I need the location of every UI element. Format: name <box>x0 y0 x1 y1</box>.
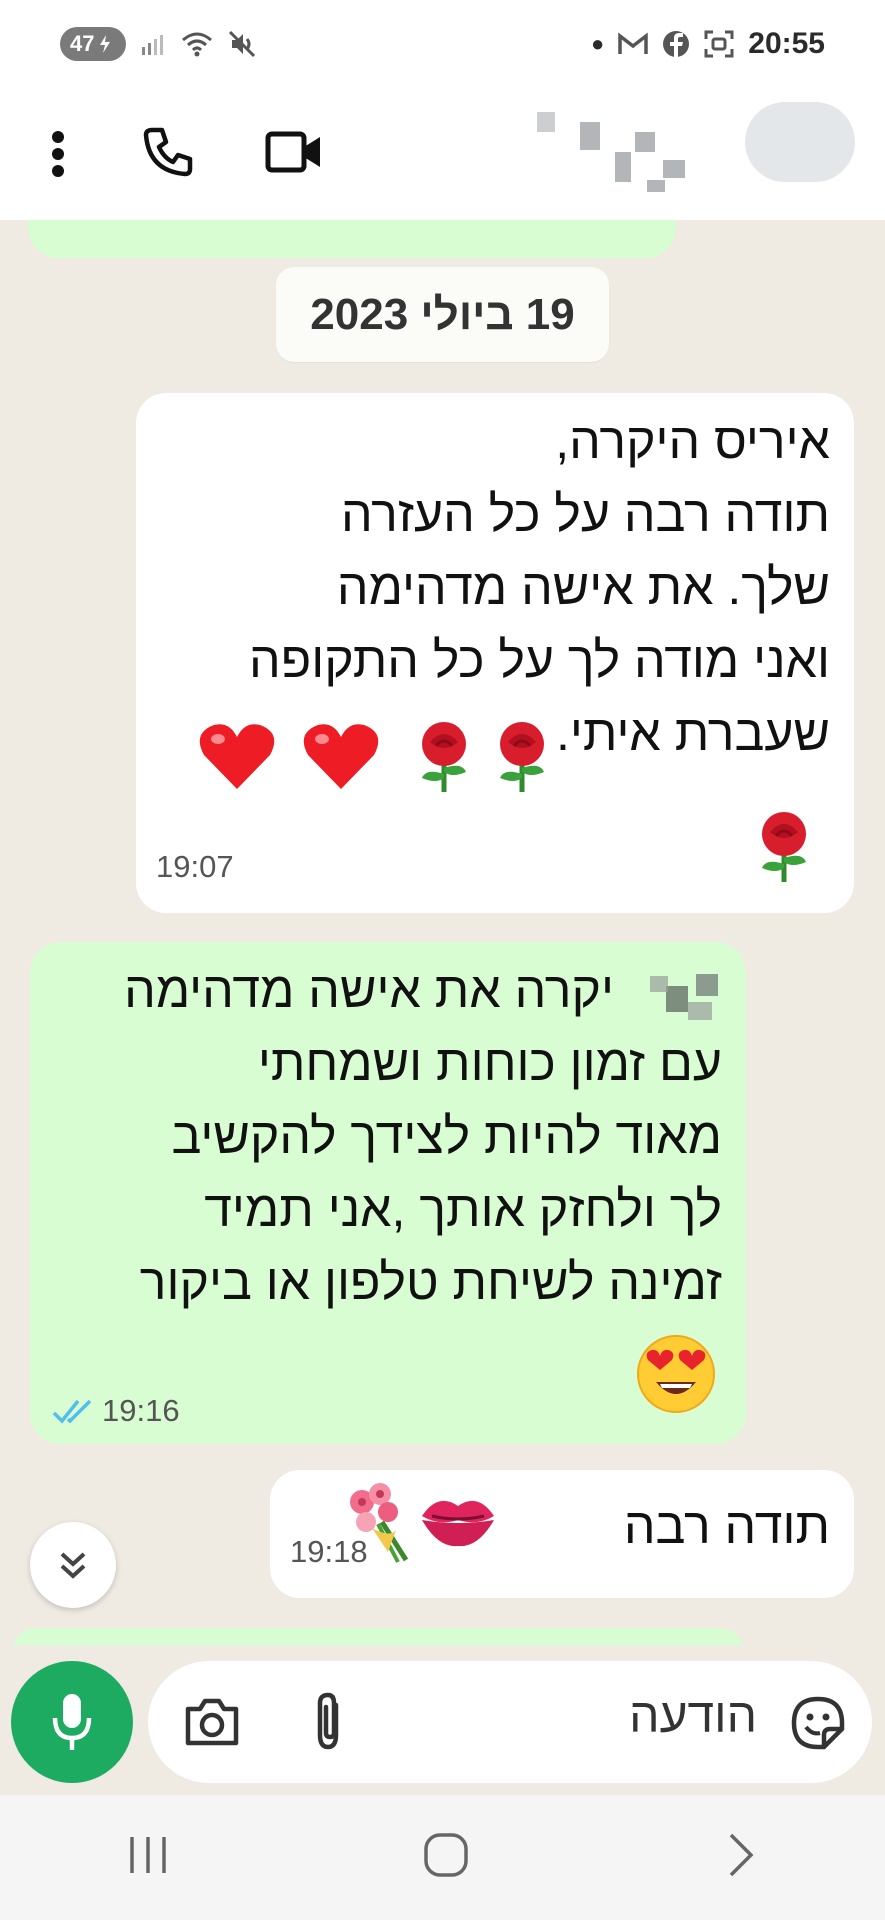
contact-name-redacted[interactable] <box>505 104 715 194</box>
sticker-smiley-icon <box>791 1696 845 1750</box>
read-receipt-icon <box>52 1399 92 1424</box>
voice-call-button[interactable] <box>136 120 200 184</box>
status-right: ● 20:55 <box>591 27 825 61</box>
charging-icon <box>100 35 111 53</box>
camera-icon <box>185 1698 239 1746</box>
heart-emoji-icon <box>198 721 276 811</box>
message-text: תודה רבה <box>623 1498 830 1554</box>
home-icon <box>424 1833 469 1877</box>
clock: 20:55 <box>748 27 825 60</box>
voice-message-button[interactable] <box>11 1661 133 1783</box>
facebook-icon <box>662 30 690 58</box>
wifi-icon <box>180 31 214 57</box>
signal-icon <box>140 31 166 57</box>
message-time: 19:16 <box>102 1393 180 1428</box>
more-vert-icon <box>52 131 64 177</box>
status-bar: 47 ● 20:55 <box>0 0 885 88</box>
chat-area: 19 ביולי 2023 איריס היקרה, תודה רבה על כ… <box>0 220 885 1645</box>
message-text: יקרה את אישה מדהימה עם זמון כוחות ושמחתי… <box>124 962 722 1310</box>
message-input[interactable]: הודעה <box>148 1661 872 1783</box>
notification-dot: ● <box>590 31 605 56</box>
chat-header <box>0 88 885 220</box>
video-call-button[interactable] <box>262 122 326 182</box>
heart-eyes-emoji-icon <box>636 1334 716 1434</box>
battery-level: 47 <box>70 31 95 56</box>
gmail-icon <box>618 32 649 56</box>
heart-emoji-icon <box>302 721 380 811</box>
kiss-mark-emoji-icon <box>418 1486 498 1572</box>
previous-outgoing-bubble[interactable] <box>28 220 676 258</box>
message-text: איריס היקרה, תודה רבה על כל העזרה שלך. א… <box>249 413 830 761</box>
next-outgoing-bubble[interactable] <box>12 1628 744 1645</box>
camera-button[interactable] <box>184 1697 240 1752</box>
emoji-row <box>198 718 554 814</box>
back-arrow-icon <box>729 1833 754 1877</box>
attach-button[interactable] <box>308 1691 348 1758</box>
double-chevron-down-icon <box>60 1552 86 1579</box>
incoming-message[interactable]: תודה רבה 19:18 <box>270 1470 854 1598</box>
paperclip-icon <box>317 1692 339 1750</box>
video-camera-icon <box>265 131 320 173</box>
message-time: 19:07 <box>156 849 234 884</box>
battery-indicator: 47 <box>60 27 127 61</box>
home-button[interactable] <box>422 1831 470 1884</box>
scroll-to-bottom-button[interactable] <box>30 1522 116 1608</box>
microphone-icon <box>52 1694 92 1750</box>
input-bar: הודעה <box>0 1645 885 1795</box>
recent-apps-icon <box>130 1837 166 1873</box>
system-nav-bar <box>0 1795 885 1920</box>
date-chip: 19 ביולי 2023 <box>276 267 609 362</box>
rose-emoji-icon <box>412 718 476 814</box>
message-placeholder: הודעה <box>629 1690 757 1743</box>
screenshot-icon <box>704 30 734 58</box>
incoming-message[interactable]: איריס היקרה, תודה רבה על כל העזרה שלך. א… <box>136 393 854 913</box>
more-options-button[interactable] <box>38 126 78 182</box>
sticker-button[interactable] <box>790 1695 846 1756</box>
rose-emoji-icon <box>490 718 554 814</box>
message-time: 19:18 <box>290 1534 368 1569</box>
message-meta: 19:16 <box>52 1374 180 1447</box>
contact-avatar[interactable] <box>745 102 855 182</box>
mute-icon <box>228 30 256 58</box>
rose-emoji-icon <box>752 808 816 904</box>
phone-icon <box>143 127 193 177</box>
back-button[interactable] <box>723 1831 759 1884</box>
status-left: 47 <box>60 27 256 61</box>
outgoing-message[interactable]: יקרה את אישה מדהימה עם זמון כוחות ושמחתי… <box>30 942 746 1444</box>
recent-apps-button[interactable] <box>126 1833 170 1882</box>
